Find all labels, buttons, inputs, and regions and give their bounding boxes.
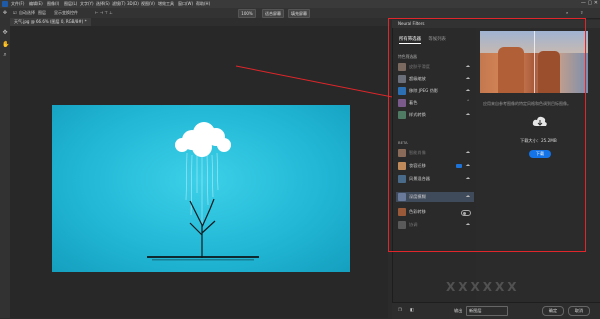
compare-icon[interactable]: ◧: [410, 307, 414, 312]
ok-button[interactable]: 确定: [542, 306, 564, 316]
output-label: 输出: [454, 308, 463, 313]
cancel-button[interactable]: 取消: [568, 306, 590, 316]
panel-footer: ❐ ◧ 输出 新图层 确定 取消: [392, 302, 600, 319]
output-select[interactable]: 新图层: [466, 306, 508, 316]
watermark: ⅩⅩⅩⅩⅩⅩ: [446, 280, 520, 294]
highlight-box: [388, 18, 586, 252]
layers-icon[interactable]: ❐: [398, 307, 402, 312]
